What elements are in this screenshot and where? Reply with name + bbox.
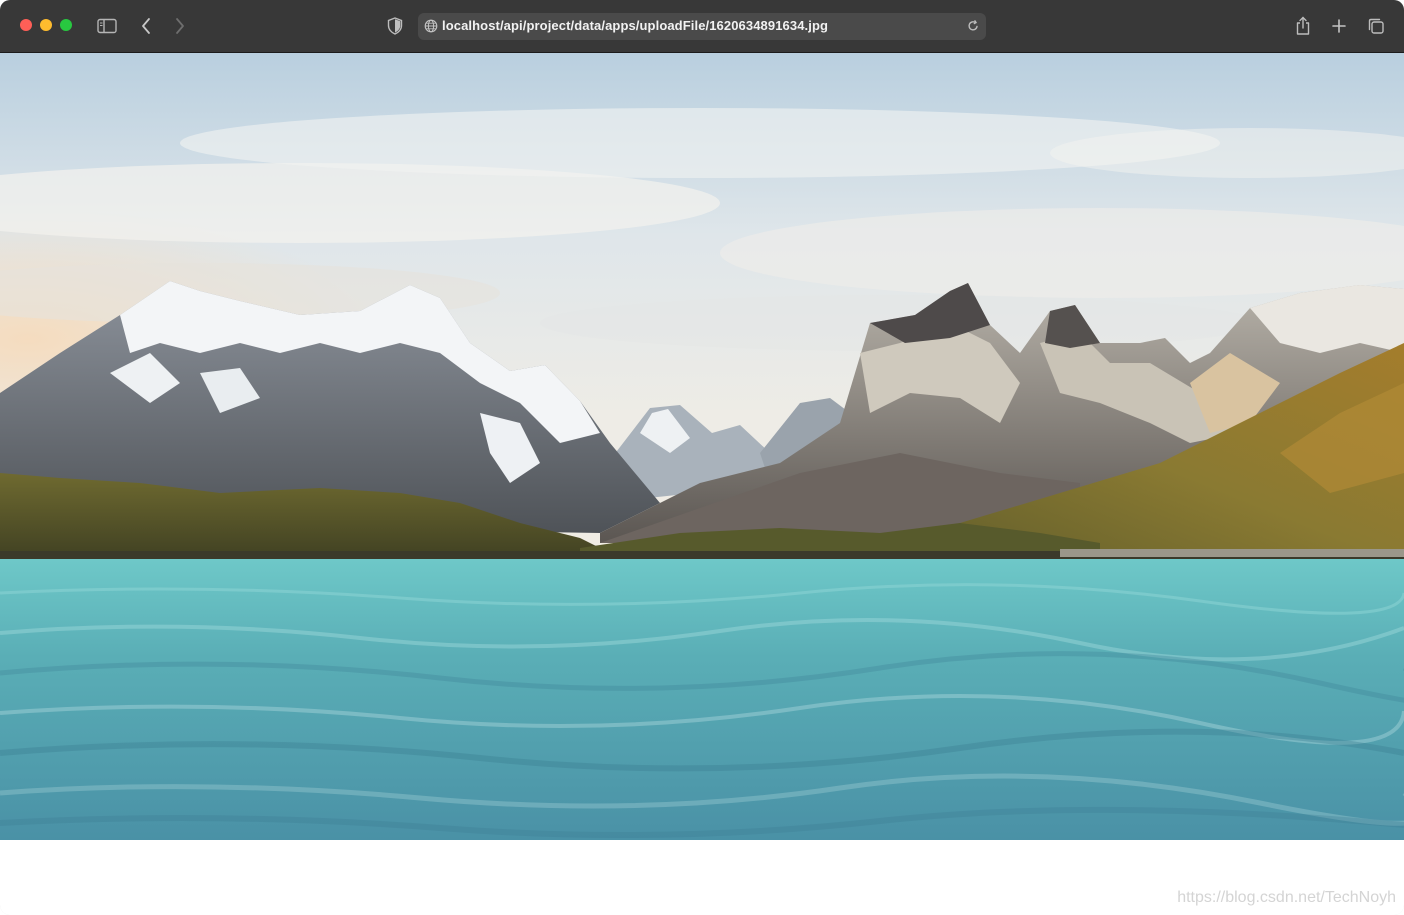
shield-icon	[387, 17, 403, 35]
maximize-window-button[interactable]	[60, 19, 72, 31]
share-button[interactable]	[1291, 14, 1315, 38]
page-content: https://blog.csdn.net/TechNoyh	[0, 53, 1404, 915]
sidebar-toggle-button[interactable]	[95, 14, 119, 38]
new-tab-button[interactable]	[1327, 14, 1351, 38]
sidebar-toggle-icon	[97, 18, 117, 34]
landscape-photo	[0, 53, 1404, 840]
browser-toolbar: localhost/api/project/data/apps/uploadFi…	[0, 0, 1404, 53]
watermark-text: https://blog.csdn.net/TechNoyh	[1177, 889, 1396, 906]
close-window-button[interactable]	[20, 19, 32, 31]
privacy-report-button[interactable]	[383, 14, 407, 38]
back-button[interactable]	[134, 14, 158, 38]
forward-button[interactable]	[168, 14, 192, 38]
address-bar[interactable]: localhost/api/project/data/apps/uploadFi…	[418, 13, 986, 40]
minimize-window-button[interactable]	[40, 19, 52, 31]
globe-icon	[424, 19, 438, 33]
share-icon	[1296, 16, 1310, 35]
tab-overview-button[interactable]	[1364, 14, 1388, 38]
browser-window: localhost/api/project/data/apps/uploadFi…	[0, 0, 1404, 915]
chevron-right-icon	[176, 18, 184, 34]
chevron-left-icon	[142, 18, 150, 34]
reload-icon[interactable]	[966, 19, 980, 33]
plus-icon	[1332, 19, 1346, 33]
tab-overview-icon	[1368, 18, 1384, 34]
url-text[interactable]: localhost/api/project/data/apps/uploadFi…	[442, 18, 828, 33]
